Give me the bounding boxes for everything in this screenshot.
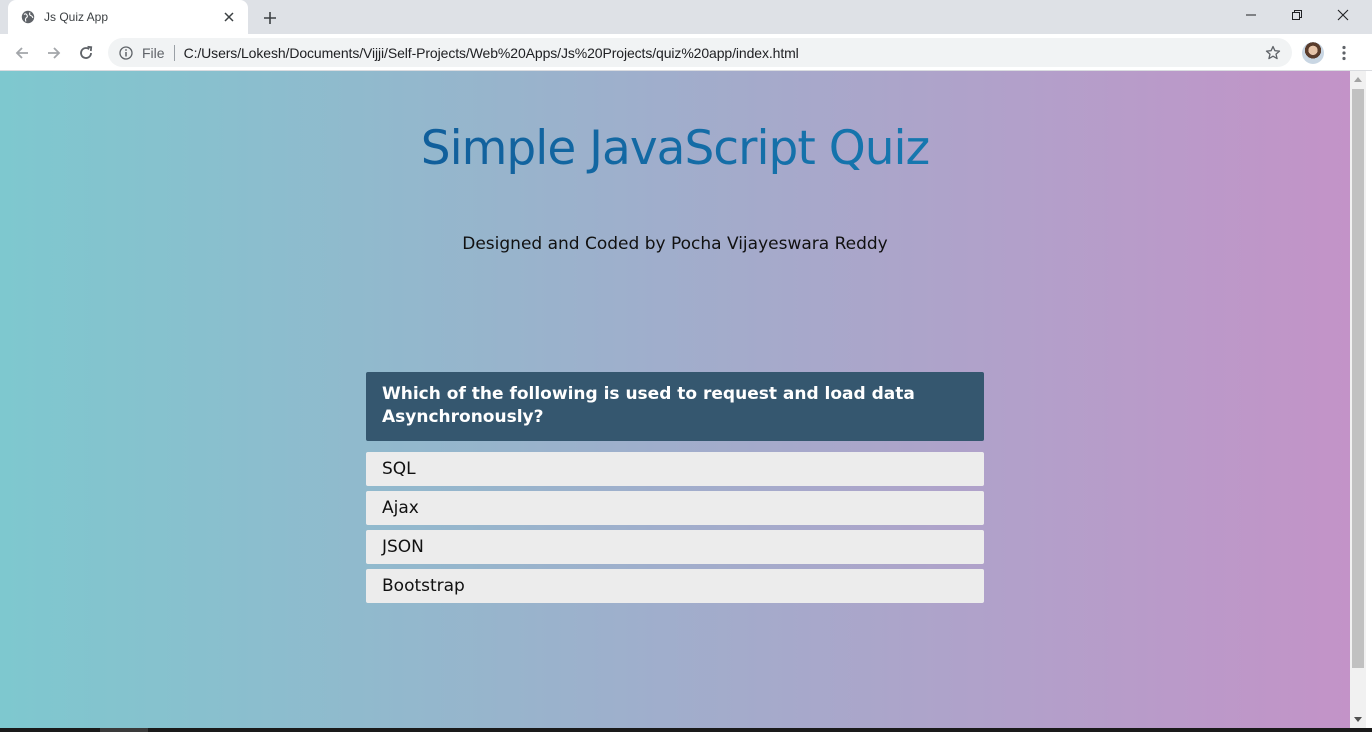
browser-tab[interactable]: Js Quiz App <box>8 0 248 34</box>
choice-button[interactable]: SQL <box>366 452 984 486</box>
choice-button[interactable]: Bootstrap <box>366 569 984 603</box>
star-icon[interactable] <box>1264 44 1282 62</box>
choice-button[interactable]: JSON <box>366 530 984 564</box>
address-bar[interactable]: File C:/Users/Lokesh/Documents/Vijji/Sel… <box>108 38 1292 67</box>
restore-icon[interactable] <box>1274 0 1320 30</box>
kebab-menu-icon[interactable] <box>1335 42 1353 64</box>
tab-title: Js Quiz App <box>44 10 109 24</box>
question-box: Which of the following is used to reques… <box>366 372 984 441</box>
url-text[interactable]: C:/Users/Lokesh/Documents/Vijji/Self-Pro… <box>184 45 799 61</box>
arrow-right-icon[interactable] <box>41 40 67 66</box>
taskbar-item[interactable] <box>100 728 148 732</box>
minimize-icon[interactable] <box>1228 0 1274 30</box>
globe-icon <box>20 9 36 25</box>
choice-button[interactable]: Ajax <box>366 491 984 525</box>
page-viewport: Simple JavaScript Quiz Designed and Code… <box>0 71 1350 728</box>
browser-toolbar: File C:/Users/Lokesh/Documents/Vijji/Sel… <box>0 34 1372 71</box>
window-close-icon[interactable] <box>1320 0 1366 30</box>
tab-strip: Js Quiz App <box>0 0 1372 34</box>
reload-icon[interactable] <box>73 40 99 66</box>
arrow-left-icon[interactable] <box>9 40 35 66</box>
taskbar <box>0 728 1372 732</box>
plus-icon[interactable] <box>258 6 282 30</box>
scroll-up-arrow-icon[interactable] <box>1350 71 1366 87</box>
close-icon[interactable] <box>220 8 238 26</box>
avatar[interactable] <box>1302 42 1324 64</box>
scroll-down-arrow-icon[interactable] <box>1350 712 1366 728</box>
page-title: Simple JavaScript Quiz <box>0 121 1350 176</box>
page-subtitle: Designed and Coded by Pocha Vijayeswara … <box>462 234 888 254</box>
scrollbar-thumb[interactable] <box>1352 89 1364 668</box>
file-scheme-label: File <box>142 44 165 61</box>
omnibox-separator <box>173 44 175 61</box>
vertical-scrollbar[interactable] <box>1350 71 1366 728</box>
window-edge <box>1366 71 1372 732</box>
info-icon[interactable] <box>118 45 134 61</box>
